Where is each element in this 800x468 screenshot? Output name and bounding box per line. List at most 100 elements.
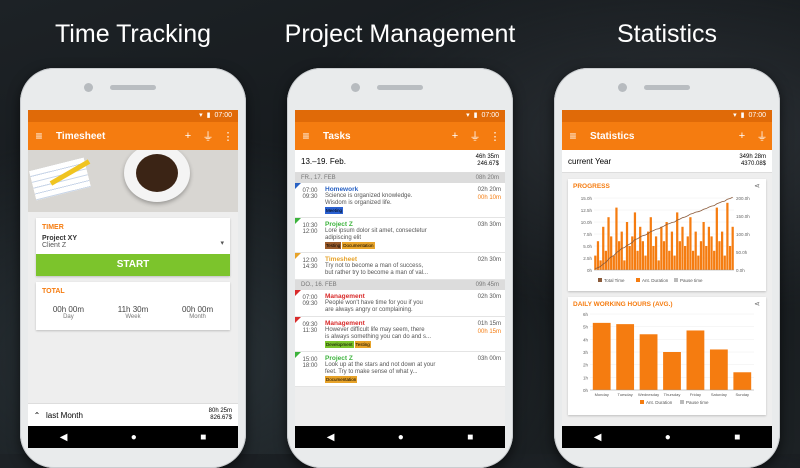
x-tick-label: Sunday bbox=[735, 392, 749, 397]
period-select[interactable]: last Month bbox=[46, 411, 209, 420]
filter-icon[interactable]: ⏚ bbox=[465, 128, 485, 144]
wifi-icon: ▾ bbox=[466, 112, 470, 119]
bar bbox=[670, 231, 674, 270]
day-total: 09h 45m bbox=[475, 282, 499, 288]
phone-tasks: ▾ ▮ 07:00 ≡ Tasks + ⏚ ⋮ 13.–19. Feb. 46h 3… bbox=[287, 68, 513, 468]
menu-icon[interactable]: ≡ bbox=[562, 129, 584, 143]
task-description: Try not to become a man of success, bbox=[325, 263, 424, 269]
status-bar: ▾ ▮ 07:00 bbox=[562, 110, 772, 122]
period-selector[interactable]: current Year 349h 28m 4370.08$ bbox=[562, 150, 772, 173]
task-duration: 03h 30m bbox=[467, 221, 501, 250]
task-row[interactable]: 07:00 09:30 Management People won't have ti… bbox=[295, 290, 505, 317]
bar bbox=[731, 226, 734, 270]
task-title: Management bbox=[325, 293, 365, 300]
menu-icon[interactable]: ≡ bbox=[295, 129, 317, 143]
more-icon[interactable]: ⋮ bbox=[485, 130, 505, 143]
start-button[interactable]: START bbox=[36, 254, 230, 276]
task-tags: Meeting bbox=[325, 207, 467, 215]
recent-apps-icon[interactable]: ■ bbox=[200, 432, 206, 443]
task-time: 12:00 14:30 bbox=[295, 256, 325, 277]
total-month-value: 00h 00m bbox=[181, 305, 214, 314]
task-row[interactable]: 15:00 18:00 Project Z Look up at the stars … bbox=[295, 352, 505, 387]
task-tag: Testing bbox=[325, 242, 342, 249]
y2-tick-label: 100.0h bbox=[736, 232, 750, 237]
phone-statistics: ▾ ▮ 07:00 ≡ Statistics + ⏚ current Year 34… bbox=[554, 68, 780, 468]
daily-hours-title: DAILY WORKING HOURS (AVG.) bbox=[573, 301, 673, 308]
filter-icon[interactable]: ⏚ bbox=[198, 128, 218, 144]
task-end: 14:30 bbox=[302, 264, 318, 270]
task-duration-value: 03h 30m bbox=[477, 222, 501, 228]
task-body: Project Z Look up at the stars and not do… bbox=[325, 355, 467, 384]
page-title: Timesheet bbox=[56, 130, 106, 142]
recent-apps-icon[interactable]: ■ bbox=[467, 432, 473, 443]
phone-camera bbox=[618, 83, 627, 92]
bar bbox=[594, 255, 597, 270]
back-icon[interactable]: ◀ bbox=[60, 432, 68, 443]
y-tick-label: 15.0h bbox=[581, 196, 593, 201]
more-icon[interactable]: ⋮ bbox=[218, 130, 238, 143]
week-selector[interactable]: 13.–19. Feb. 46h 35m 246.67$ bbox=[295, 150, 505, 173]
task-body: Homework Science is organized knowledge. W… bbox=[325, 186, 467, 215]
task-row[interactable]: 10:30 12:00 Project Z Lore ipsum dolor sit … bbox=[295, 218, 505, 253]
bar bbox=[644, 255, 647, 270]
status-time: 07:00 bbox=[481, 112, 499, 119]
back-icon[interactable]: ◀ bbox=[327, 432, 335, 443]
task-end: 09:30 bbox=[302, 301, 318, 307]
period-select[interactable]: current Year bbox=[568, 157, 739, 166]
y-tick-label: 12.5h bbox=[581, 208, 593, 213]
task-row[interactable]: 09:30 11:30 Management However difficult li… bbox=[295, 317, 505, 352]
task-duration: 01h 15m 00h 15m bbox=[467, 320, 501, 349]
home-icon[interactable]: ● bbox=[665, 432, 671, 443]
page-title: Statistics bbox=[590, 130, 635, 142]
y-tick-label: 5h bbox=[583, 325, 589, 330]
task-duration-value: 02h 20m bbox=[477, 187, 501, 193]
share-icon[interactable]: ⋖ bbox=[754, 300, 760, 308]
bar bbox=[628, 246, 631, 270]
summary-bar[interactable]: ⌃ last Month 80h 25m 826.67$ bbox=[28, 403, 238, 426]
task-tag: Development bbox=[325, 341, 354, 348]
project-select[interactable]: Project XY Client Z ▾ bbox=[36, 233, 230, 251]
task-time: 07:00 09:30 bbox=[295, 293, 325, 314]
task-row[interactable]: 07:00 09:30 Homework Science is organized k… bbox=[295, 183, 505, 218]
y-tick-label: 5.0h bbox=[583, 244, 592, 249]
recent-apps-icon[interactable]: ■ bbox=[734, 432, 740, 443]
bar bbox=[673, 255, 676, 270]
bar bbox=[652, 246, 655, 270]
bar bbox=[728, 246, 732, 270]
task-time: 10:30 12:00 bbox=[295, 221, 325, 250]
legend-label: Pause time bbox=[680, 278, 703, 283]
phone-camera bbox=[351, 83, 360, 92]
bar bbox=[689, 217, 692, 270]
bar bbox=[705, 246, 708, 270]
add-icon[interactable]: + bbox=[445, 130, 465, 142]
task-title: Management bbox=[325, 320, 365, 327]
phone-timesheet: ▾ ▮ 07:00 ≡ Timesheet + ⏚ ⋮ TIMER Project … bbox=[20, 68, 246, 468]
bar bbox=[620, 231, 623, 270]
task-tag: Meeting bbox=[325, 207, 344, 214]
home-icon[interactable]: ● bbox=[398, 432, 404, 443]
bar bbox=[607, 217, 610, 270]
total-week-label: Week bbox=[125, 314, 141, 320]
menu-icon[interactable]: ≡ bbox=[28, 129, 50, 143]
bar bbox=[636, 250, 639, 270]
task-description: but rather try to become a man of val... bbox=[325, 270, 429, 276]
x-tick-label: Friday bbox=[690, 392, 701, 397]
share-icon[interactable]: ⋖ bbox=[754, 182, 760, 190]
task-row[interactable]: 12:00 14:30 Timesheet Try not to become a m… bbox=[295, 253, 505, 280]
chevron-up-icon[interactable]: ⌃ bbox=[28, 411, 46, 420]
back-icon[interactable]: ◀ bbox=[594, 432, 602, 443]
add-icon[interactable]: + bbox=[178, 130, 198, 142]
add-icon[interactable]: + bbox=[732, 130, 752, 142]
task-pause-value: 00h 15m bbox=[477, 329, 501, 335]
priority-flag-icon bbox=[295, 317, 301, 323]
task-end: 11:30 bbox=[302, 328, 318, 334]
battery-icon: ▮ bbox=[473, 112, 478, 119]
y2-tick-label: 150.0h bbox=[736, 214, 750, 219]
task-title: Project Z bbox=[325, 355, 353, 362]
filter-icon[interactable]: ⏚ bbox=[752, 128, 772, 144]
nav-bar: ◀ ● ■ bbox=[28, 426, 238, 448]
bar bbox=[662, 241, 666, 270]
week-range[interactable]: 13.–19. Feb. bbox=[301, 157, 476, 166]
home-icon[interactable]: ● bbox=[131, 432, 137, 443]
task-duration: 02h 30m bbox=[467, 293, 501, 314]
